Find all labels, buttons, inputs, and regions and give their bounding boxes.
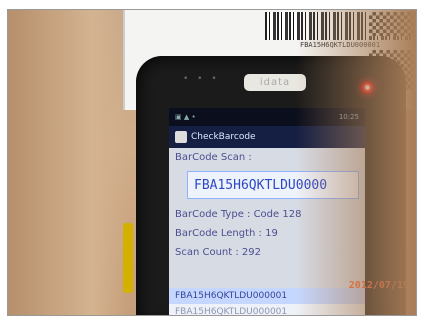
app-content: BarCode Scan : FBA15H6QKTLDU0000 BarCode… <box>169 148 365 288</box>
status-time: 10:25 <box>338 113 359 121</box>
status-bar: ▣ ▲ • 10:25 <box>169 108 365 126</box>
device-side-button <box>123 223 133 293</box>
list-item[interactable]: FBA15H6QKTLDU000001 <box>169 304 365 315</box>
photo-frame: FBA15H6QKTLDU000001 • • • idata ▣ ▲ • 10… <box>7 9 417 316</box>
speaker-dots: • • • <box>183 74 220 84</box>
scan-input[interactable]: FBA15H6QKTLDU0000 <box>187 171 359 199</box>
barcode-type: BarCode Type : Code 128 <box>175 209 302 220</box>
qr-code-top <box>369 12 413 36</box>
handheld-scanner: • • • idata ▣ ▲ • 10:25 CheckBarcode Bar… <box>136 56 406 315</box>
scan-count: Scan Count : 292 <box>175 247 262 258</box>
app-title: CheckBarcode <box>191 132 256 142</box>
scan-label: BarCode Scan : <box>175 152 252 163</box>
scan-value: FBA15H6QKTLDU0000 <box>194 177 328 193</box>
brand-badge: idata <box>244 74 306 91</box>
app-titlebar: CheckBarcode <box>169 126 365 148</box>
device-screen: ▣ ▲ • 10:25 CheckBarcode BarCode Scan : … <box>169 108 365 315</box>
qr-code-bottom <box>369 50 413 90</box>
barcode-image <box>265 12 416 40</box>
app-icon <box>175 131 187 143</box>
barcode-text: FBA15H6QKTLDU000001 <box>300 41 381 49</box>
list-item[interactable]: FBA15H6QKTLDU000001 <box>169 288 365 304</box>
status-icons-left: ▣ ▲ • <box>175 113 196 121</box>
scan-history-list: FBA15H6QKTLDU000001 FBA15H6QKTLDU000001 <box>169 288 365 315</box>
barcode-length: BarCode Length : 19 <box>175 228 278 239</box>
photo-date-stamp: 2012/07/19 <box>348 280 409 291</box>
status-led <box>361 81 374 94</box>
